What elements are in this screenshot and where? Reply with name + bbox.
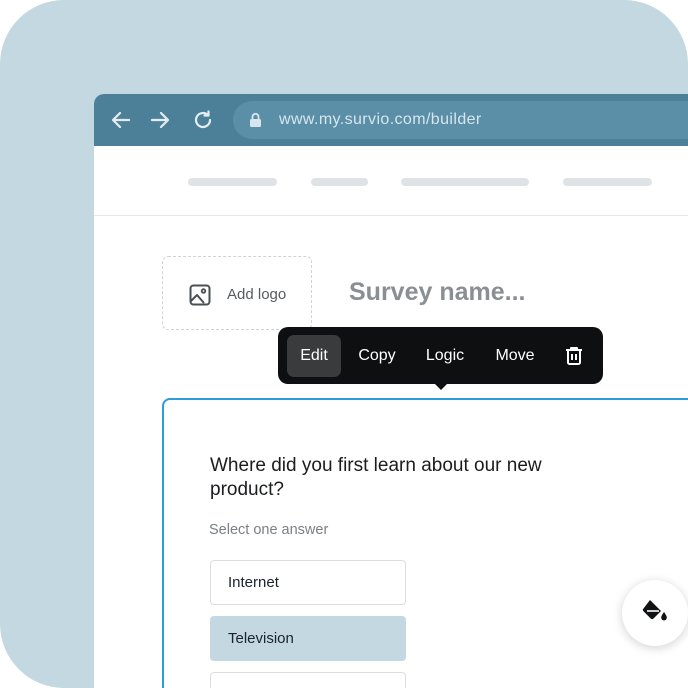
- paint-bucket-icon: [641, 598, 669, 629]
- edit-button[interactable]: Edit: [287, 335, 341, 377]
- browser-titlebar: www.my.survio.com/builder: [94, 94, 688, 146]
- back-arrow-icon[interactable]: [108, 107, 134, 133]
- toolbar-pointer: [432, 381, 450, 390]
- forward-arrow-icon[interactable]: [147, 107, 173, 133]
- trash-icon[interactable]: [559, 335, 589, 377]
- menu-item-placeholder[interactable]: [188, 178, 277, 186]
- move-button[interactable]: Move: [487, 335, 543, 377]
- survey-name-input[interactable]: Survey name...: [349, 278, 525, 307]
- menu-item-placeholder[interactable]: [311, 178, 368, 186]
- image-icon: [189, 284, 211, 311]
- menu-item-placeholder[interactable]: [401, 178, 529, 186]
- question-hint: Select one answer: [209, 522, 329, 538]
- logic-button[interactable]: Logic: [417, 335, 473, 377]
- question-card[interactable]: Where did you first learn about our new …: [162, 398, 688, 688]
- add-logo-label: Add logo: [227, 286, 287, 303]
- browser-window: www.my.survio.com/builder Add logo Surve…: [94, 94, 688, 688]
- address-bar[interactable]: www.my.survio.com/builder: [233, 101, 688, 139]
- answer-option-internet[interactable]: Internet: [210, 560, 406, 605]
- question-toolbar: Edit Copy Logic Move: [278, 327, 603, 384]
- question-title: Where did you first learn about our new …: [210, 455, 542, 500]
- url-text: www.my.survio.com/builder: [279, 111, 482, 128]
- copy-button[interactable]: Copy: [352, 335, 402, 377]
- answer-option-television[interactable]: Television: [210, 616, 406, 661]
- background-frame: www.my.survio.com/builder Add logo Surve…: [0, 0, 688, 688]
- menu-item-placeholder[interactable]: [563, 178, 652, 186]
- add-logo-button[interactable]: Add logo: [162, 256, 312, 330]
- answer-option[interactable]: [210, 672, 406, 688]
- lock-icon: [249, 112, 262, 133]
- site-menu-bar: [94, 146, 688, 216]
- paint-bucket-button[interactable]: [622, 580, 688, 646]
- reload-icon[interactable]: [190, 107, 216, 133]
